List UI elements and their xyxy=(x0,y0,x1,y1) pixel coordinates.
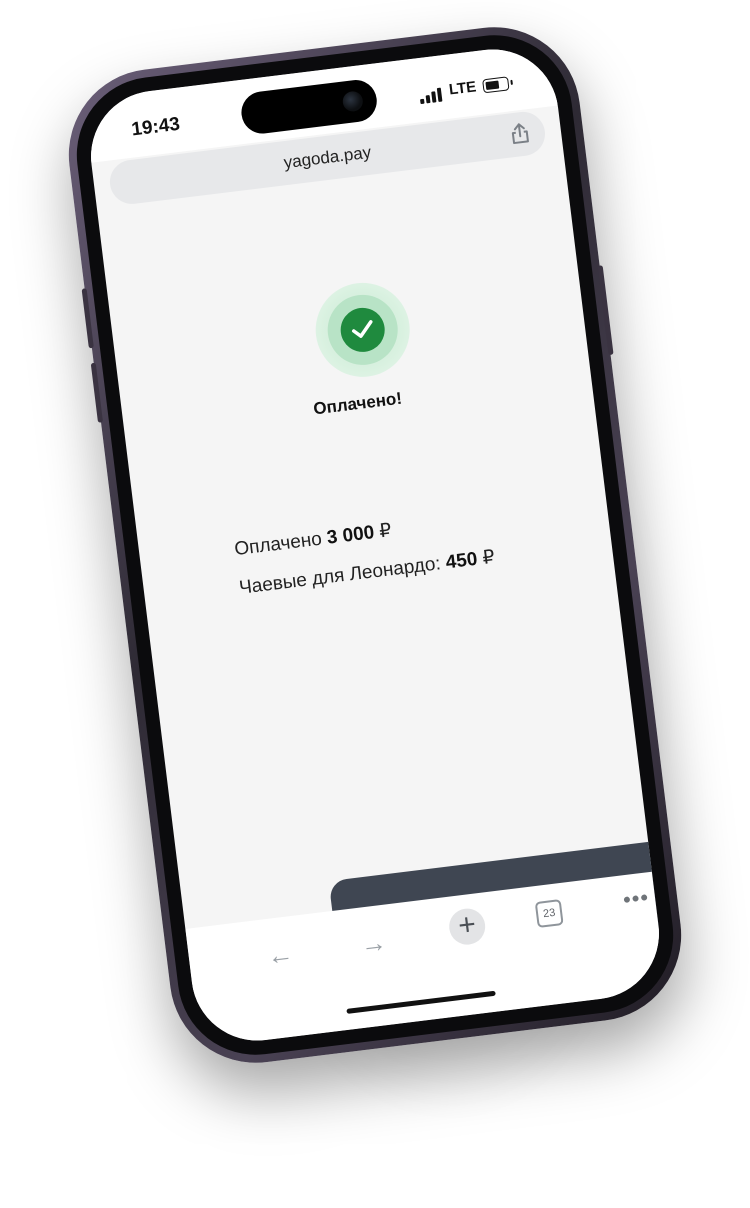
paid-label: Оплачено xyxy=(233,528,323,561)
status-title: Оплачено! xyxy=(312,388,403,419)
home-indicator xyxy=(346,990,496,1014)
battery-icon xyxy=(482,76,510,94)
payment-summary: Оплачено 3 000 ₽ Чаевые для Леонардо: 45… xyxy=(233,507,498,616)
camera-icon xyxy=(341,90,364,113)
paid-currency: ₽ xyxy=(378,519,393,543)
tips-label: Чаевые для Леонардо: xyxy=(237,553,442,599)
tips-amount: 450 xyxy=(444,548,479,574)
battery-fill xyxy=(485,80,500,91)
more-menu-icon[interactable]: ••• xyxy=(622,884,651,913)
paid-amount: 3 000 xyxy=(325,522,376,549)
tabs-count-button[interactable]: 23 xyxy=(534,899,564,929)
network-label: LTE xyxy=(448,78,478,99)
status-time: 19:43 xyxy=(130,113,182,141)
back-arrow-icon[interactable]: ← xyxy=(265,938,295,972)
volume-up-button xyxy=(81,288,94,349)
dynamic-island xyxy=(239,77,380,136)
checkmark-icon xyxy=(352,320,373,338)
forward-arrow-icon[interactable]: → xyxy=(359,927,389,961)
success-indicator xyxy=(310,277,416,383)
share-icon[interactable] xyxy=(508,120,533,147)
signal-icon xyxy=(419,85,447,105)
volume-down-button xyxy=(90,362,104,423)
new-tab-plus-icon[interactable]: + xyxy=(447,906,488,947)
tips-currency: ₽ xyxy=(481,546,496,569)
phone-screen: 19:43 LTE yagoda.pay Оплачено! Оплачено … xyxy=(83,41,667,1049)
